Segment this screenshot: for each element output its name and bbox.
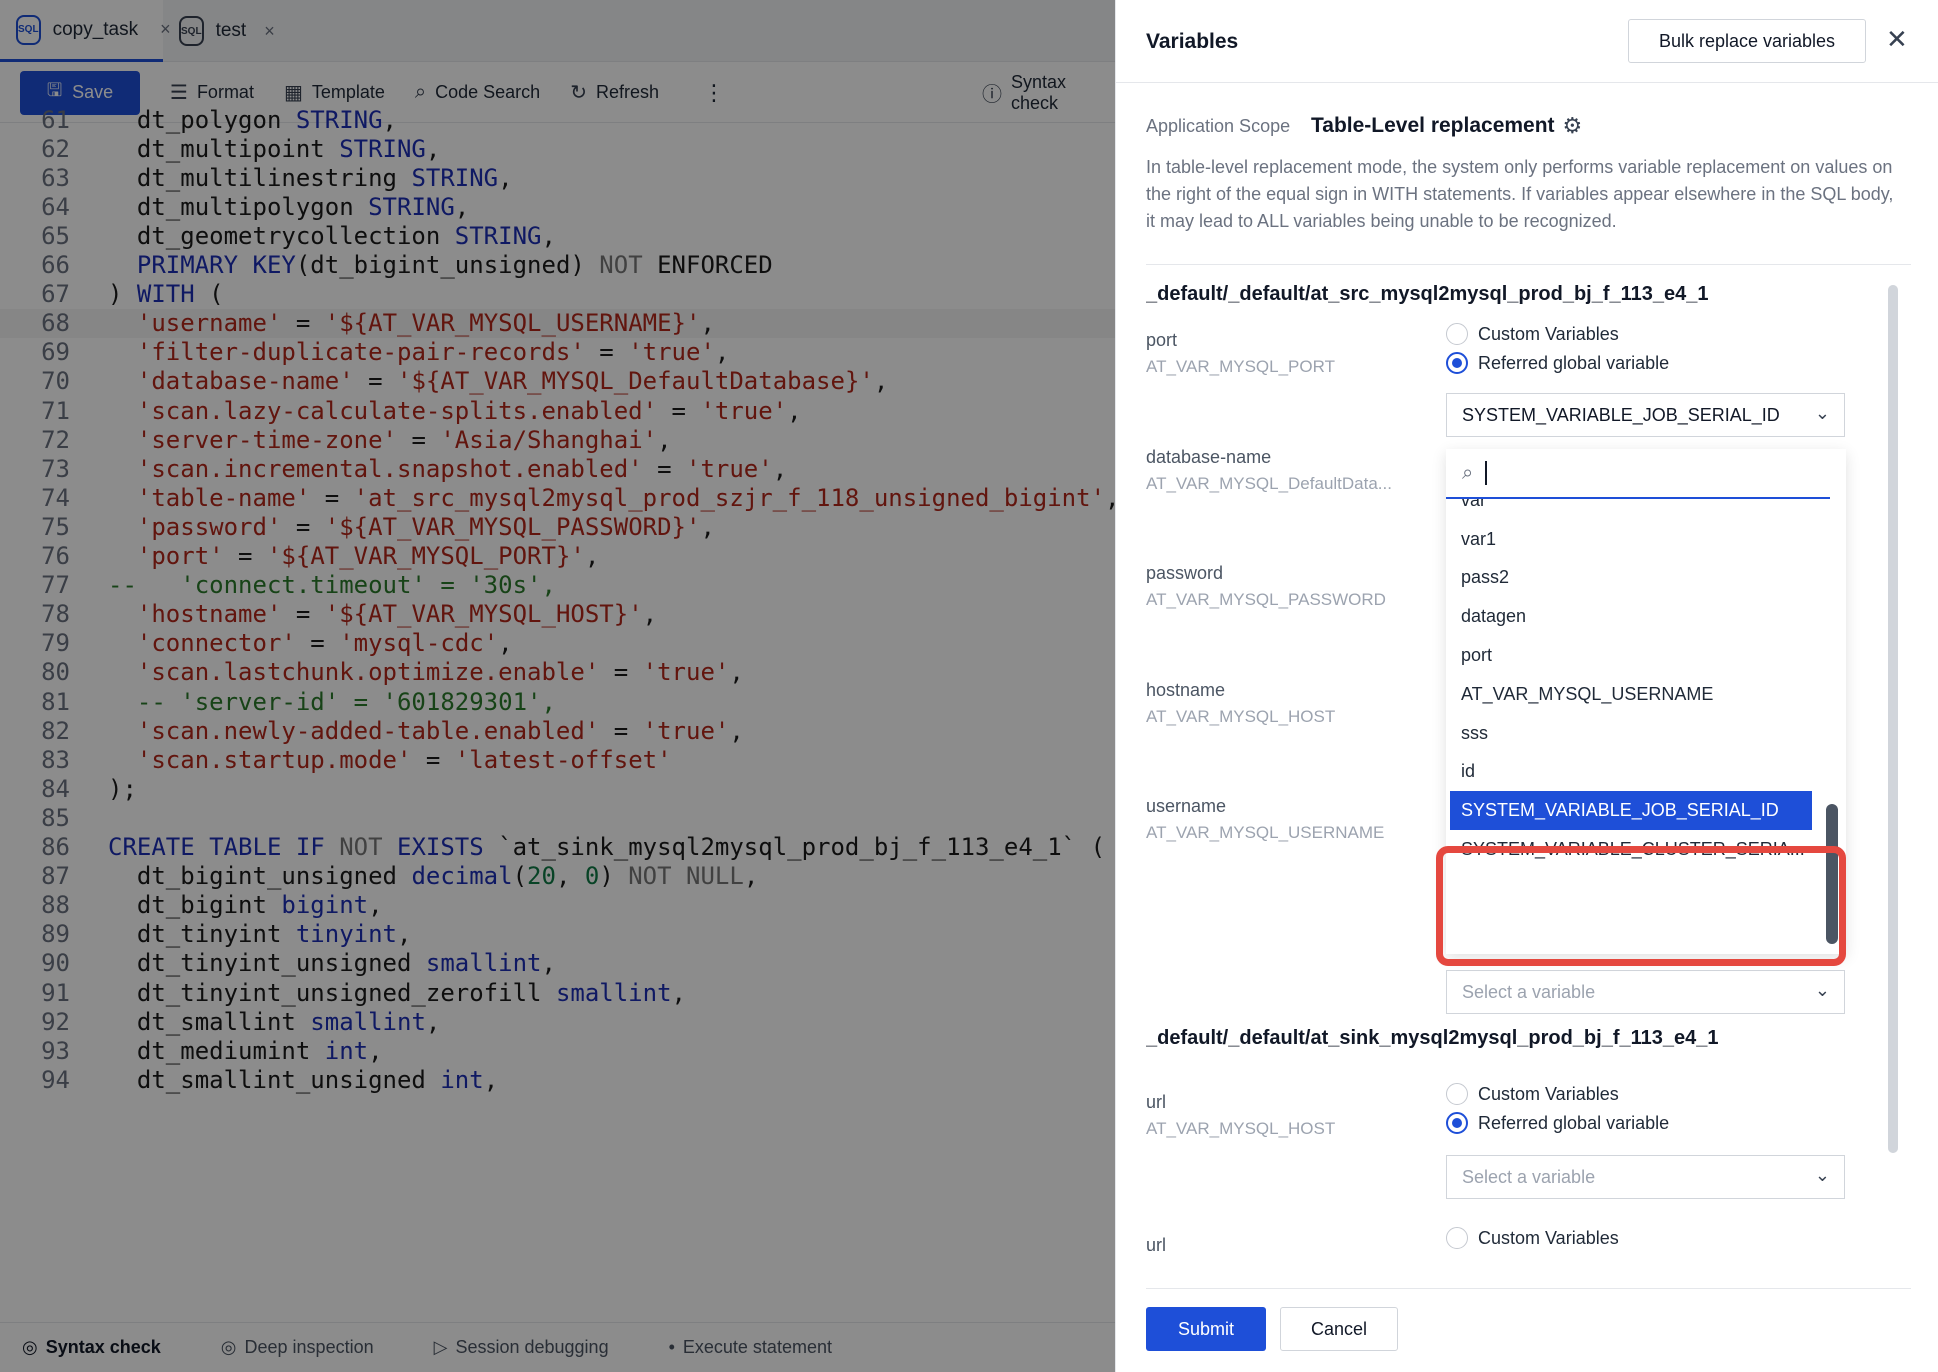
field-name: hostname <box>1146 680 1226 700</box>
text-caret <box>1485 461 1488 485</box>
dropdown-option[interactable]: datagen <box>1446 597 1816 636</box>
submit-button[interactable]: Submit <box>1146 1307 1266 1351</box>
dropdown-search-input[interactable]: ⌕ <box>1446 449 1830 499</box>
app-root: SQL copy_task × SQL test × 🖫 Save ☰ Form… <box>0 0 1938 1372</box>
radio-checked-icon <box>1446 1112 1468 1134</box>
divider <box>1146 1288 1911 1289</box>
chevron-down-icon: ⌄ <box>1814 1165 1830 1185</box>
field-name: url <box>1146 1092 1167 1112</box>
field-name: port <box>1146 330 1178 350</box>
variable-select-username[interactable]: Select a variable ⌄ <box>1446 970 1845 1014</box>
dropdown-option[interactable]: SYSTEM_VARIABLE_CLUSTER_SERIA... <box>1446 830 1816 869</box>
variables-drawer: Variables Bulk replace variables ✕ Appli… <box>1115 0 1938 1372</box>
field-variable: AT_VAR_MYSQL_PASSWORD <box>1146 590 1386 609</box>
field-name: database-name <box>1146 447 1272 467</box>
radio-icon <box>1446 323 1468 345</box>
editor-pane: SQL copy_task × SQL test × 🖫 Save ☰ Form… <box>0 0 1115 1372</box>
divider <box>1116 82 1938 83</box>
dropdown-option[interactable]: pass2 <box>1446 559 1816 598</box>
modal-overlay[interactable] <box>0 0 1115 1372</box>
search-icon: ⌕ <box>1462 461 1474 484</box>
dropdown-option[interactable]: var1 <box>1446 520 1816 559</box>
drawer-title: Variables <box>1146 30 1239 53</box>
field-name: url <box>1146 1235 1167 1255</box>
scope-value: Table-Level replacement ⚙ <box>1311 113 1583 139</box>
radio-icon <box>1446 1083 1468 1105</box>
scope-label: Application Scope <box>1146 116 1291 136</box>
radio-custom-variables[interactable]: Custom Variables <box>1446 1083 1619 1105</box>
field-variable: AT_VAR_MYSQL_PORT <box>1146 357 1335 376</box>
dropdown-option[interactable]: id <box>1446 753 1816 792</box>
dropdown-option[interactable]: port <box>1446 636 1816 675</box>
dropdown-options: var var1 pass2 datagen port AT_VAR_MYSQL_USER… <box>1446 499 1816 954</box>
field-variable: AT_VAR_MYSQL_HOST <box>1146 707 1336 726</box>
dropdown-option[interactable]: AT_VAR_MYSQL_USERNAME <box>1446 675 1816 714</box>
dropdown-option[interactable]: var <box>1446 499 1816 520</box>
field-name: password <box>1146 563 1224 583</box>
variable-dropdown: ⌕ var var1 pass2 datagen port AT_VAR_MYSQL_US… <box>1446 449 1846 954</box>
drawer-scrollbar[interactable] <box>1888 285 1898 1153</box>
variable-select-port[interactable]: SYSTEM_VARIABLE_JOB_SERIAL_ID ⌄ <box>1446 393 1845 437</box>
dropdown-option[interactable]: sss <box>1446 714 1816 753</box>
section-title-sink: _default/_default/at_sink_mysql2mysql_pr… <box>1146 1027 1719 1049</box>
gear-icon[interactable]: ⚙ <box>1563 113 1583 139</box>
radio-referred-global[interactable]: Referred global variable <box>1446 352 1669 374</box>
field-variable: AT_VAR_MYSQL_HOST <box>1146 1119 1336 1138</box>
radio-custom-variables[interactable]: Custom Variables <box>1446 1227 1619 1249</box>
cancel-button[interactable]: Cancel <box>1280 1307 1398 1351</box>
section-title-source: _default/_default/at_src_mysql2mysql_pro… <box>1146 283 1709 305</box>
field-variable: AT_VAR_MYSQL_DefaultData... <box>1146 474 1392 493</box>
scrollbar-thumb[interactable] <box>1888 285 1898 1153</box>
radio-referred-global[interactable]: Referred global variable <box>1446 1112 1669 1134</box>
field-variable: AT_VAR_MYSQL_USERNAME <box>1146 823 1385 842</box>
radio-custom-variables[interactable]: Custom Variables <box>1446 323 1619 345</box>
chevron-down-icon: ⌄ <box>1814 403 1830 423</box>
chevron-down-icon: ⌄ <box>1814 980 1830 1000</box>
variable-select-url[interactable]: Select a variable ⌄ <box>1446 1155 1845 1199</box>
field-name: username <box>1146 796 1227 816</box>
dropdown-option[interactable]: SYSTEM_VARIABLE_JOB_SERIAL_ID <box>1450 791 1812 831</box>
dropdown-scrollbar[interactable] <box>1826 804 1838 944</box>
radio-checked-icon <box>1446 352 1468 374</box>
close-icon[interactable]: ✕ <box>1886 24 1908 55</box>
scope-description: In table-level replacement mode, the sys… <box>1146 157 1894 231</box>
radio-icon <box>1446 1227 1468 1249</box>
bulk-replace-button[interactable]: Bulk replace variables <box>1628 19 1866 63</box>
